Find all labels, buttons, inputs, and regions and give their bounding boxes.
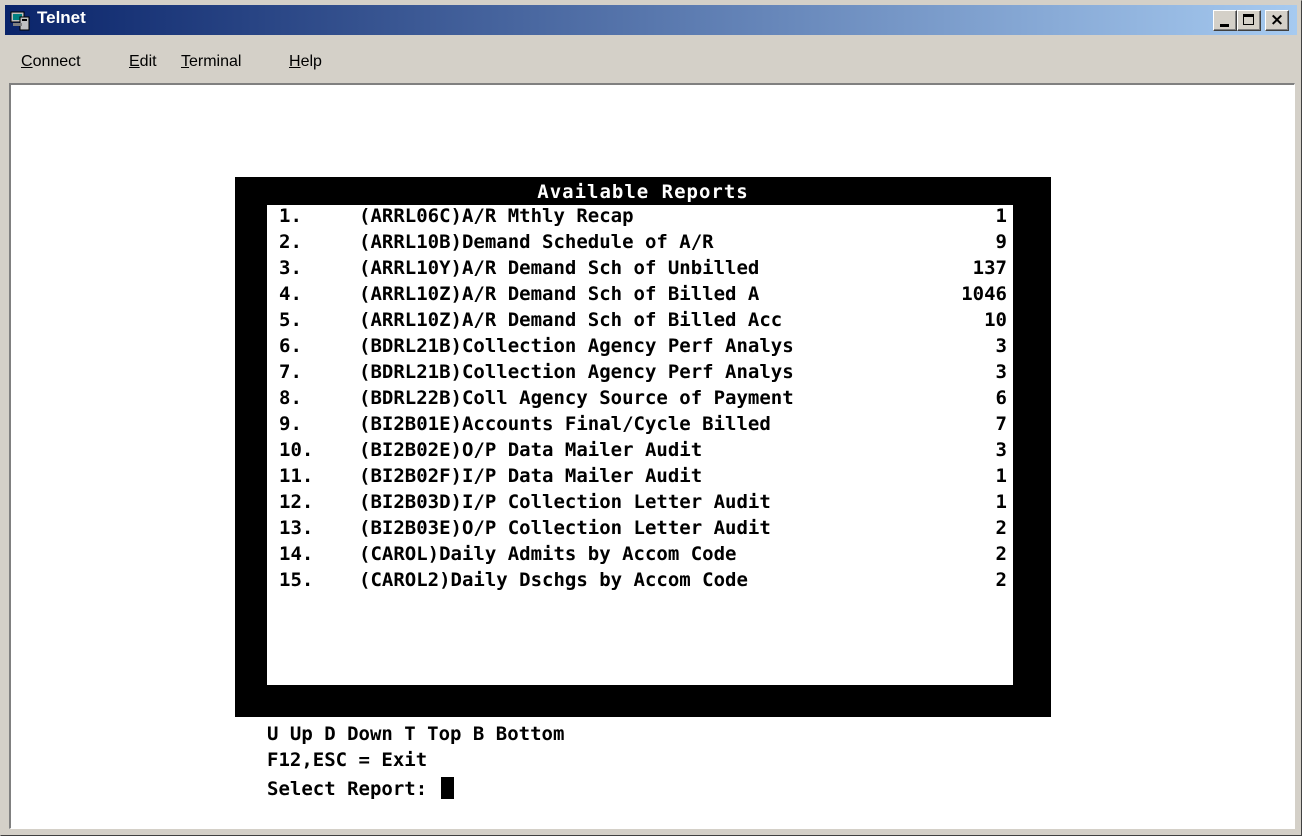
menu-terminal[interactable]: Terminal — [181, 53, 241, 71]
report-item[interactable]: 12. (BI2B03D)I/P Collection Letter Audit 1 — [267, 491, 1013, 517]
maximize-icon — [1243, 14, 1254, 25]
menu-connect[interactable]: Connect — [21, 53, 81, 71]
report-item[interactable]: 2. (ARRL10B)Demand Schedule of A/R 9 — [267, 231, 1013, 257]
report-item[interactable]: 7. (BDRL21B)Collection Agency Perf Analys… — [267, 361, 1013, 387]
report-item[interactable]: 1. (ARRL06C)A/R Mthly Recap 1 — [267, 205, 1013, 231]
report-item[interactable]: 10. (BI2B02E)O/P Data Mailer Audit 3 — [267, 439, 1013, 465]
report-item[interactable]: 3. (ARRL10Y)A/R Demand Sch of Unbilled 137 — [267, 257, 1013, 283]
telnet-window: Telnet × Connect Edit Terminal Help Avai… — [0, 0, 1302, 836]
close-button[interactable]: × — [1265, 10, 1289, 31]
terminal-screen[interactable]: Available Reports 1. (ARRL06C)A/R Mthly R… — [9, 83, 1295, 829]
menu-edit[interactable]: Edit — [129, 53, 157, 71]
select-report-prompt[interactable]: Select Report: — [267, 777, 454, 800]
report-item[interactable]: 6. (BDRL21B)Collection Agency Perf Analys… — [267, 335, 1013, 361]
report-item[interactable]: 11. (BI2B02F)I/P Data Mailer Audit 1 — [267, 465, 1013, 491]
text-cursor — [440, 777, 454, 799]
minimize-icon — [1220, 24, 1229, 27]
report-item[interactable]: 4. (ARRL10Z)A/R Demand Sch of Billed A 104… — [267, 283, 1013, 309]
maximize-button[interactable] — [1237, 10, 1261, 31]
report-list: 1. (ARRL06C)A/R Mthly Recap 1 2. (ARRL10B)D… — [267, 205, 1013, 685]
report-item[interactable]: 9. (BI2B01E)Accounts Final/Cycle Billed 7 — [267, 413, 1013, 439]
report-item[interactable]: 13. (BI2B03E)O/P Collection Letter Audit 2 — [267, 517, 1013, 543]
computer-icon — [10, 11, 30, 31]
window-title: Telnet — [37, 8, 86, 27]
report-item[interactable]: 15. (CAROL2)Daily Dschgs by Accom Code 2 — [267, 569, 1013, 595]
report-item[interactable]: 8. (BDRL22B)Coll Agency Source of Payment… — [267, 387, 1013, 413]
minimize-button[interactable] — [1213, 10, 1237, 31]
exit-hint: F12,ESC = Exit — [267, 749, 428, 771]
report-box: Available Reports 1. (ARRL06C)A/R Mthly R… — [235, 177, 1051, 717]
menu-bar: Connect Edit Terminal Help — [5, 49, 1297, 77]
report-title: Available Reports — [537, 181, 749, 203]
report-item[interactable]: 14. (CAROL)Daily Admits by Accom Code 2 — [267, 543, 1013, 569]
title-bar[interactable]: Telnet × — [5, 5, 1297, 35]
nav-hint: U Up D Down T Top B Bottom — [267, 723, 565, 745]
close-icon: × — [1269, 10, 1285, 30]
menu-help[interactable]: Help — [289, 53, 322, 71]
report-item[interactable]: 5. (ARRL10Z)A/R Demand Sch of Billed Acc 1… — [267, 309, 1013, 335]
prompt-label: Select Report: — [267, 778, 428, 800]
